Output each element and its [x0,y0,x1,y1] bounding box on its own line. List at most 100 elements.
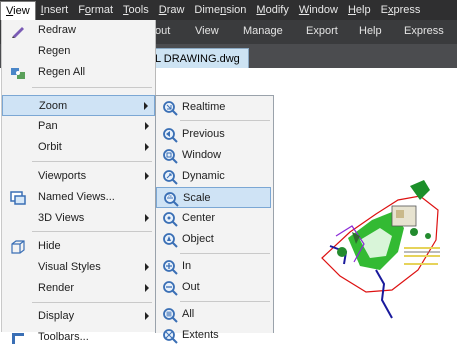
menu-item-label: Display [38,310,75,322]
zoom-item-object[interactable]: Object [156,229,271,250]
ribbon-tab-express[interactable]: Express [404,25,444,37]
zoom-item-realtime[interactable]: Realtime [156,97,271,118]
submenu-arrow-icon [145,284,149,292]
zoom-item-in[interactable]: In [156,256,271,277]
zoom-item-window[interactable]: Window [156,145,271,166]
menu-bar: View Insert Format Tools Draw Dimension … [0,0,457,21]
menu-item-label: Toolbars... [38,331,89,343]
submenu-arrow-icon [145,214,149,222]
menu-item-render[interactable]: Render [2,278,155,299]
hide-icon [10,239,26,255]
zoom-item-previous[interactable]: Previous [156,124,271,145]
menu-mnemonic: M [256,4,266,16]
menu-item-label: Visual Styles [38,261,101,273]
menu-item-toolbars[interactable]: Toolbars... [2,327,155,348]
menu-separator [32,302,152,303]
zoom-item-out[interactable]: Out [156,277,271,298]
zoom-item-label: All [182,308,195,320]
ribbon-tab-manage[interactable]: Manage [243,25,283,37]
zoom-all-icon [162,307,178,323]
menu-item-zoom[interactable]: Zoom [2,95,155,116]
menu-separator [180,301,270,302]
menu-tools[interactable]: Tools [118,0,154,20]
named-views-icon [10,190,26,206]
menu-item-label: Orbit [38,141,62,153]
regen-all-icon [10,65,26,81]
submenu-arrow-icon [145,143,149,151]
menu-item-named-views[interactable]: Named Views... [2,187,155,208]
zoom-item-label: Object [182,233,214,245]
zoom-item-extents[interactable]: Extents [156,325,271,346]
menu-mnemonic: o [84,4,92,16]
file-tab-drawing[interactable]: L DRAWING.dwg [150,48,249,69]
menu-format[interactable]: Format [73,0,118,20]
menu-mnemonic: D [158,4,167,16]
menu-item-pan[interactable]: Pan [2,116,155,137]
zoom-item-all[interactable]: All [156,304,271,325]
menu-item-regen-all[interactable]: Regen All [2,62,155,83]
submenu-arrow-icon [145,172,149,180]
menu-item-3d-views[interactable]: 3D Views [2,208,155,229]
menu-help[interactable]: Help [343,0,376,20]
menu-separator [32,231,152,232]
zoom-item-label: Dynamic [182,170,225,182]
pencil-icon [10,23,26,39]
menu-insert[interactable]: Insert [36,0,74,20]
menu-item-display[interactable]: Display [2,306,155,327]
submenu-arrow-icon [145,122,149,130]
menu-item-label: Pan [38,120,58,132]
zoom-item-label: Realtime [182,101,226,113]
menu-mnemonic: W [298,4,310,16]
zoom-item-label: Extents [182,329,219,341]
zoom-dynamic-icon [162,169,178,185]
menu-item-label: Render [38,282,75,294]
menu-window[interactable]: Window [294,0,343,20]
menu-item-label: Zoom [39,100,68,112]
zoom-out-icon [162,280,178,296]
menu-separator [180,253,270,254]
zoom-item-label: Scale [183,192,211,204]
menu-express[interactable]: Express [376,0,426,20]
zoom-realtime-icon [162,100,178,116]
ribbon-tab-help[interactable]: Help [359,25,382,37]
zoom-previous-icon [162,127,178,143]
menu-item-viewports[interactable]: Viewports [2,166,155,187]
menu-item-label: Regen [38,45,71,57]
zoom-item-dynamic[interactable]: Dynamic [156,166,271,187]
menu-item-visual-styles[interactable]: Visual Styles [2,257,155,278]
menu-modify[interactable]: Modify [251,0,293,20]
menu-item-label: Viewports [38,170,87,182]
menu-item-regen[interactable]: Regen [2,41,155,62]
zoom-window-icon [162,148,178,164]
menu-item-label: Named Views... [38,191,115,203]
submenu-arrow-icon [145,312,149,320]
submenu-arrow-icon [144,102,148,110]
zoom-item-center[interactable]: Center [156,208,271,229]
menu-separator [180,120,270,121]
menu-dimension[interactable]: Dimension [189,0,251,20]
menu-item-orbit[interactable]: Orbit [2,137,155,158]
menu-draw[interactable]: Draw [154,0,190,20]
menu-view[interactable]: View [0,0,36,21]
zoom-item-label: Out [182,281,200,293]
zoom-item-label: Previous [182,128,225,140]
ribbon-tab-export[interactable]: Export [306,25,338,37]
menu-item-hide[interactable]: Hide [2,236,155,257]
menu-item-label: Redraw [38,24,76,36]
zoom-scale-icon: % [163,191,179,207]
menu-mnemonic: I [40,4,44,16]
ribbon-tab-layout[interactable]: out [155,25,170,37]
zoom-submenu: Realtime Previous Window Dynamic % Scale… [155,95,274,344]
ribbon-tab-view[interactable]: View [195,25,219,37]
menu-separator [32,161,152,162]
menu-item-label: Hide [38,240,61,252]
menu-mnemonic: n [220,4,227,16]
menu-separator [32,87,152,88]
zoom-in-icon [162,259,178,275]
menu-mnemonic: x [387,4,394,16]
menu-mnemonic: T [123,4,129,16]
menu-item-redraw[interactable]: Redraw [2,20,155,41]
zoom-item-scale[interactable]: % Scale [156,187,271,208]
menu-view-rest: iew [13,4,30,17]
zoom-center-icon [162,211,178,227]
